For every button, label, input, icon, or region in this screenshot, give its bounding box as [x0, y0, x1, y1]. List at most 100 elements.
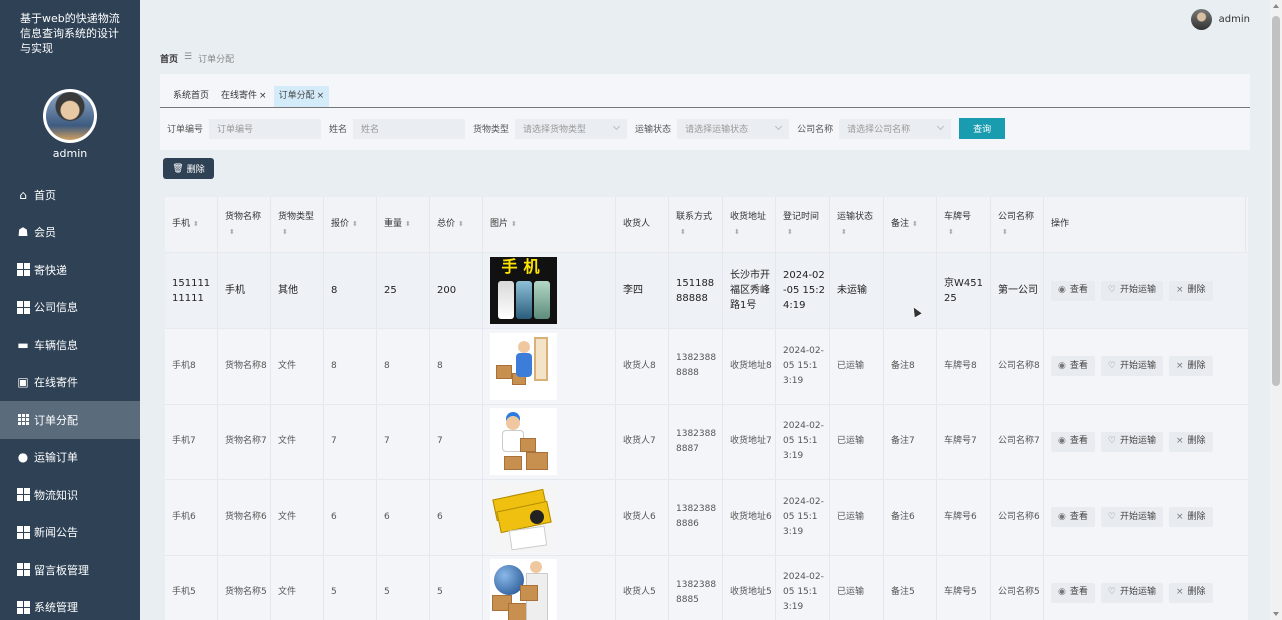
- cell-receiver: 收货人6: [616, 480, 669, 555]
- cell-text: 备注5: [891, 587, 915, 598]
- start-button[interactable]: ♡ 开始运输: [1100, 507, 1163, 528]
- delete-button[interactable]: × 删除: [1168, 356, 1213, 377]
- transport-status-select[interactable]: 请选择运输状态: [677, 118, 790, 139]
- column-header[interactable]: 登记时间 ⬍: [776, 197, 830, 252]
- delete-label: 删除: [1187, 587, 1206, 598]
- sort-icon[interactable]: ⬍: [193, 217, 199, 232]
- scroll-up-icon[interactable]: [1273, 4, 1279, 8]
- table-row[interactable]: 15111111111 手机 其他 8 25 200 手机 李四 15118888888 长沙市开…: [165, 253, 1248, 329]
- query-button[interactable]: 查询: [959, 118, 1006, 139]
- cell-text: 收货人8: [623, 360, 656, 371]
- column-header[interactable]: 公司名称 ⬍: [991, 197, 1044, 252]
- start-button[interactable]: ♡ 开始运输: [1100, 582, 1163, 603]
- close-icon[interactable]: ×: [259, 91, 267, 101]
- sidebar-item-6[interactable]: 订单分配: [0, 401, 140, 439]
- column-header[interactable]: 图片 ⬍: [483, 197, 616, 252]
- sort-icon[interactable]: ⬍: [912, 217, 918, 232]
- column-header[interactable]: 备注 ⬍: [884, 197, 937, 252]
- sort-icon[interactable]: ⬍: [734, 225, 766, 240]
- cell-receiver: 收货人7: [616, 404, 669, 479]
- cell-text: 7: [437, 436, 443, 447]
- cell-actions: ◉ 查看 ♡ 开始运输 × 删除: [1044, 480, 1246, 555]
- column-header[interactable]: 货物类型 ⬍: [271, 197, 324, 252]
- sort-icon[interactable]: ⬍: [352, 217, 358, 232]
- sidebar-item-4[interactable]: ▬ 车辆信息: [0, 326, 140, 364]
- table-row[interactable]: 手机8 货物名称8 文件 8 8 8 收货人8 13823888888 收货地址8 2024-02…: [165, 329, 1248, 405]
- column-header[interactable]: 报价 ⬍: [324, 197, 377, 252]
- sidebar-menu: ⌂ 首页 ☗ 会员 寄快递 公司信息 ▬ 车辆信息 ▣ 在线寄件 订单分配 ● 运输订单 物流知识 新闻公告…: [0, 176, 140, 620]
- table-row[interactable]: 手机7 货物名称7 文件 7 7 7 收货人7 13823888887 收货地址7 2024-02…: [165, 404, 1248, 480]
- sidebar-item-11[interactable]: 系统管理: [0, 589, 140, 620]
- column-header[interactable]: 收货地址 ⬍: [723, 197, 776, 252]
- delete-button[interactable]: × 删除: [1168, 582, 1213, 603]
- column-header[interactable]: 手机 ⬍: [165, 197, 218, 252]
- sidebar-item-1[interactable]: ☗ 会员: [0, 214, 140, 252]
- cell-address: 收货地址7: [723, 404, 776, 479]
- start-label: 开始运输: [1119, 285, 1156, 295]
- cell-image: 手机: [483, 253, 616, 328]
- sidebar-item-9[interactable]: 新闻公告: [0, 514, 140, 552]
- start-button[interactable]: ♡ 开始运输: [1100, 280, 1163, 301]
- company-select[interactable]: 请选择公司名称: [839, 118, 952, 139]
- sort-icon[interactable]: ⬍: [458, 217, 464, 232]
- sidebar-item-7[interactable]: ● 运输订单: [0, 439, 140, 477]
- scrollbar-thumb[interactable]: [1272, 16, 1280, 386]
- tab-2[interactable]: 订单分配 ×: [273, 86, 330, 107]
- column-header[interactable]: 车牌号 ⬍: [937, 197, 991, 252]
- delete-button[interactable]: × 删除: [1168, 280, 1213, 301]
- delete-button[interactable]: × 删除: [1168, 431, 1213, 452]
- sort-icon[interactable]: ⬍: [405, 217, 411, 232]
- sidebar-item-2[interactable]: 寄快递: [0, 251, 140, 289]
- sidebar-item-0[interactable]: ⌂ 首页: [0, 176, 140, 214]
- cell-address: 收货地址8: [723, 329, 776, 404]
- sort-icon[interactable]: ⬍: [841, 225, 873, 240]
- sort-icon[interactable]: ⬍: [1002, 225, 1034, 240]
- sort-icon[interactable]: ⬍: [282, 225, 314, 240]
- column-header[interactable]: 联系方式 ⬍: [669, 197, 723, 252]
- scroll-down-icon[interactable]: [1273, 612, 1279, 616]
- name-input[interactable]: 姓名: [353, 118, 466, 139]
- column-header[interactable]: 重量 ⬍: [377, 197, 430, 252]
- table-row[interactable]: 手机5 货物名称5 文件 5 5 5 收货人5 13823888885 收货地址5 2024-02…: [165, 555, 1248, 620]
- sort-icon[interactable]: ⬍: [511, 217, 517, 232]
- chevron-down-icon: [613, 122, 621, 130]
- view-button[interactable]: ◉ 查看: [1051, 582, 1095, 603]
- sort-icon[interactable]: ⬍: [229, 225, 261, 240]
- cell-company: 公司名称6: [991, 480, 1044, 555]
- batch-delete-button[interactable]: 🗑 删除: [163, 158, 214, 179]
- cell-weight: 5: [377, 555, 430, 620]
- column-header[interactable]: 运输状态 ⬍: [830, 197, 884, 252]
- column-header[interactable]: 总价 ⬍: [430, 197, 483, 252]
- close-icon[interactable]: ×: [317, 91, 325, 101]
- view-button[interactable]: ◉ 查看: [1051, 431, 1095, 452]
- cell-time: 2024-02-05 15:13:19: [776, 404, 830, 479]
- view-button[interactable]: ◉ 查看: [1051, 280, 1095, 301]
- sidebar-item-3[interactable]: 公司信息: [0, 289, 140, 327]
- cell-text: 手机6: [172, 511, 196, 522]
- column-header[interactable]: 货物名称 ⬍: [218, 197, 271, 252]
- cell-total: 6: [430, 480, 483, 555]
- breadcrumb-home[interactable]: 首页: [160, 52, 178, 65]
- sidebar-item-5[interactable]: ▣ 在线寄件: [0, 364, 140, 402]
- product-image: [490, 559, 557, 620]
- sort-icon[interactable]: ⬍: [948, 225, 971, 240]
- start-button[interactable]: ♡ 开始运输: [1100, 431, 1163, 452]
- sidebar-item-10[interactable]: 留言板管理: [0, 551, 140, 589]
- view-button[interactable]: ◉ 查看: [1051, 356, 1095, 377]
- table-row[interactable]: 手机6 货物名称6 文件 6 6 6 收货人6 13823888886 收货地址6 2024-02…: [165, 480, 1248, 556]
- start-button[interactable]: ♡ 开始运输: [1100, 356, 1163, 377]
- sidebar-item-8[interactable]: 物流知识: [0, 476, 140, 514]
- tab-0[interactable]: 系统首页: [168, 86, 214, 107]
- delete-label: 删除: [1187, 285, 1206, 295]
- cell-text: 收货地址8: [730, 360, 772, 371]
- sort-icon[interactable]: ⬍: [787, 225, 819, 240]
- user-menu[interactable]: admin: [1190, 9, 1250, 30]
- page-scrollbar[interactable]: [1270, 0, 1282, 620]
- tab-1[interactable]: 在线寄件 ×: [216, 86, 272, 107]
- cell-text: 13823888888: [676, 353, 717, 379]
- view-button[interactable]: ◉ 查看: [1051, 507, 1095, 528]
- order-no-input[interactable]: 订单编号: [209, 118, 322, 139]
- sort-icon[interactable]: ⬍: [680, 225, 712, 240]
- cargo-type-select[interactable]: 请选择货物类型: [515, 118, 628, 139]
- delete-button[interactable]: × 删除: [1168, 507, 1213, 528]
